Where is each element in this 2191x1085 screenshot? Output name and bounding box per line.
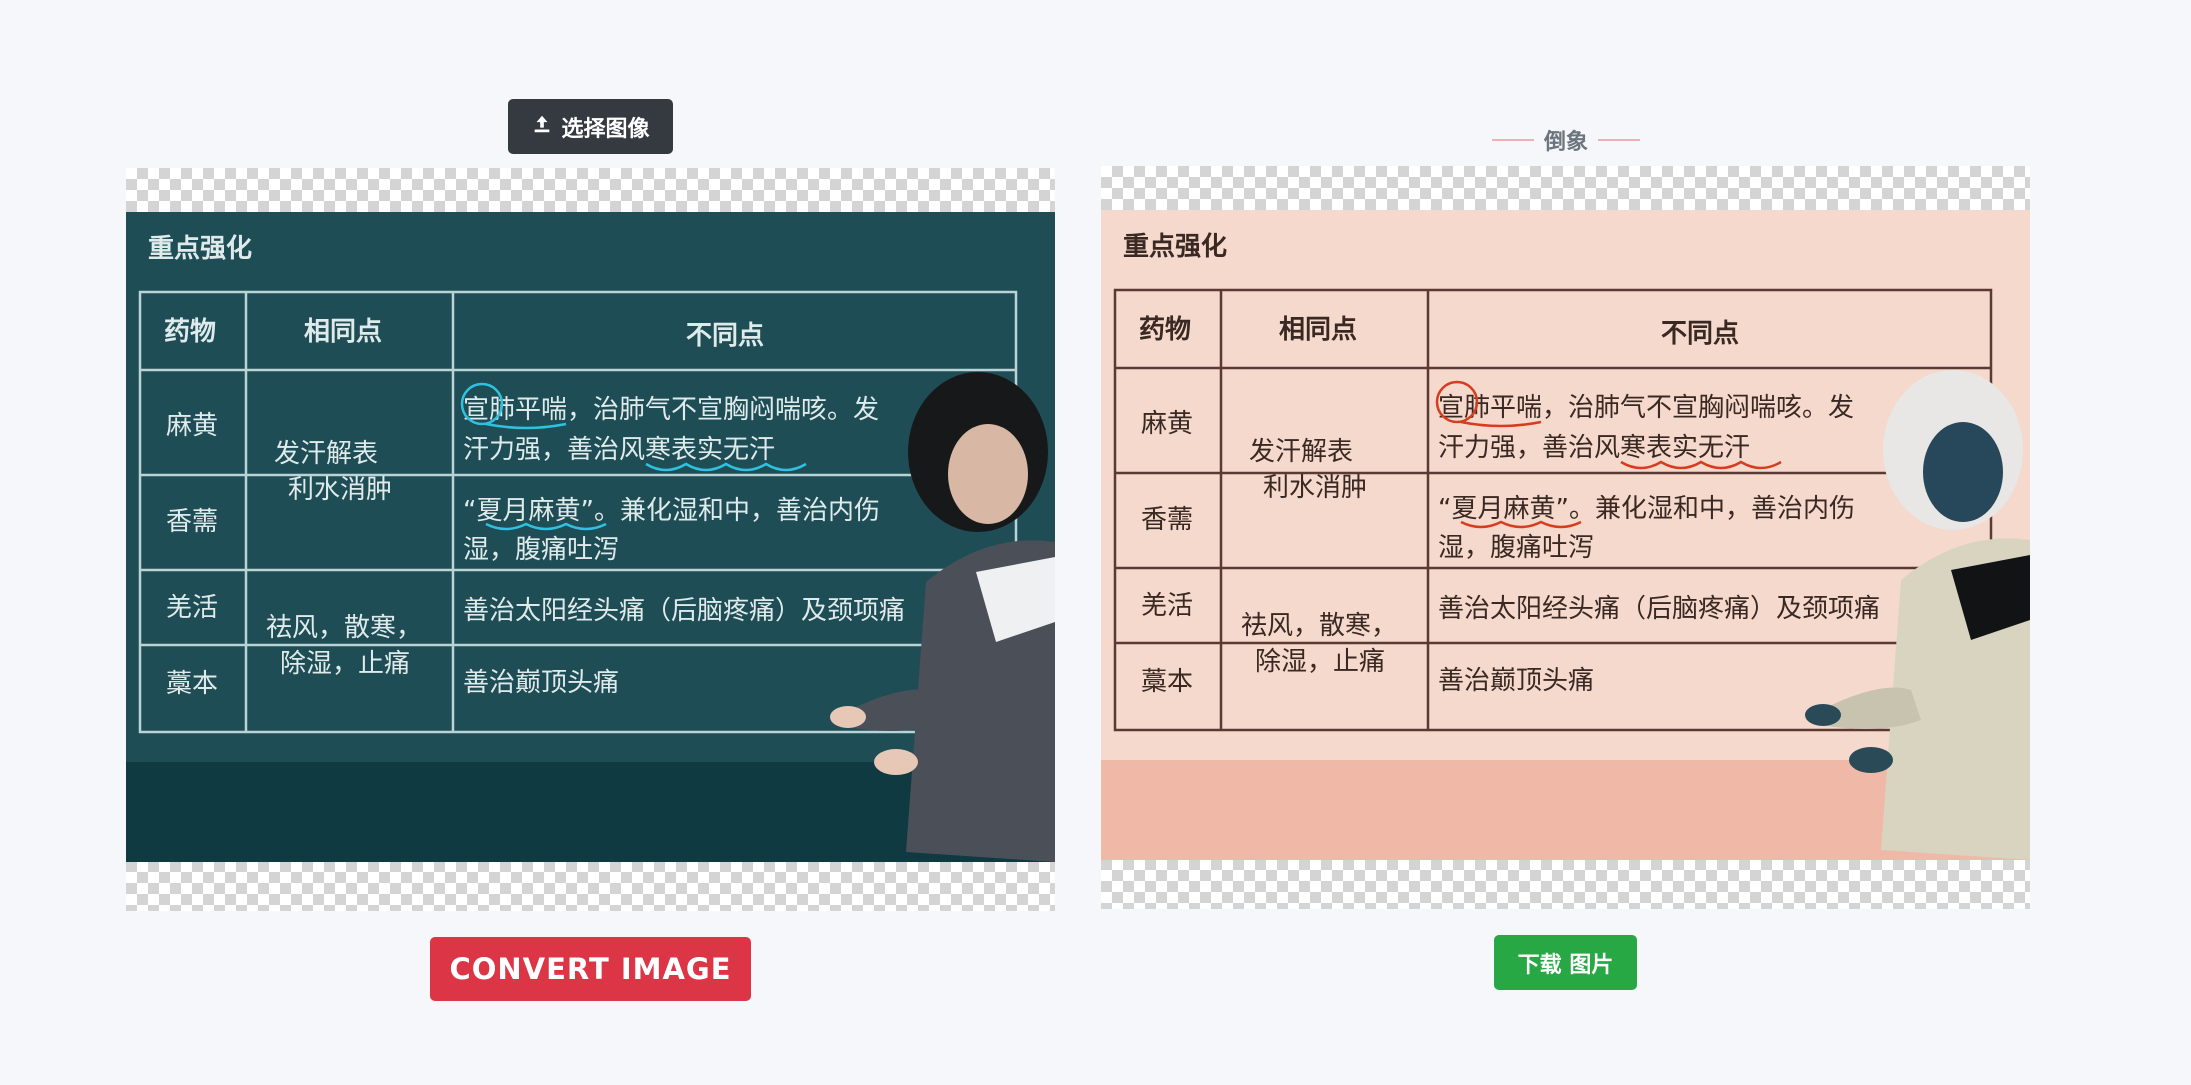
inverted-photo: 重点强化 药物 相同点 不同点 麻黄 香薷 羌活 藁本 发汗解表 利水消肿 祛风… <box>1101 210 2030 860</box>
inv-diff-line-4: 湿，腹痛吐泻 <box>1438 533 1594 563</box>
common-2-line1: 祛风，散寒， <box>266 613 422 643</box>
divider-left <box>1491 139 1534 141</box>
inv-header-diff: 不同点 <box>1661 318 1739 349</box>
inv-diff-line-1: 宣肺平喘，治肺气不宣胸闷喘咳。发 <box>1438 393 1854 423</box>
board-heading: 重点强化 <box>148 233 252 264</box>
inv-herb-3: 羌活 <box>1141 591 1193 621</box>
herb-3: 羌活 <box>166 593 218 623</box>
diff-line-3: “夏月麻黄”。兼化湿和中，善治内伤 <box>463 496 880 526</box>
herb-2: 香薷 <box>166 507 218 537</box>
inv-herb-2: 香薷 <box>1141 505 1193 535</box>
inv-board-heading: 重点强化 <box>1123 231 1227 262</box>
select-image-label: 选择图像 <box>561 116 650 142</box>
inv-diff-line-2: 汗力强，善治风寒表实无汗 <box>1438 433 1750 463</box>
convert-image-button[interactable]: CONVERT IMAGE <box>430 937 751 1001</box>
diff-line-5: 善治太阳经头痛（后脑疼痛）及颈项痛 <box>463 596 905 626</box>
result-label-text: 倒象 <box>1543 130 1588 155</box>
common-1-line1: 发汗解表 <box>274 439 378 469</box>
inv-common-2-line2: 除湿，止痛 <box>1255 647 1385 677</box>
header-common: 相同点 <box>304 316 382 347</box>
inv-header-common: 相同点 <box>1279 314 1357 345</box>
inv-herb-4: 藁本 <box>1141 667 1193 697</box>
common-2-line2: 除湿，止痛 <box>280 649 410 679</box>
divider-right <box>1598 139 1640 141</box>
diff-line-6: 善治巅顶头痛 <box>463 668 619 698</box>
inv-herb-1: 麻黄 <box>1141 409 1193 439</box>
inv-common-1-line2: 利水消肿 <box>1263 473 1367 503</box>
inv-diff-line-6: 善治巅顶头痛 <box>1438 666 1594 696</box>
common-1-line2: 利水消肿 <box>288 475 392 505</box>
herb-1: 麻黄 <box>166 411 218 441</box>
header-diff: 不同点 <box>686 320 764 351</box>
inv-common-2-line1: 祛风，散寒， <box>1241 611 1397 641</box>
inverted-image-canvas: 重点强化 药物 相同点 不同点 麻黄 香薷 羌活 藁本 发汗解表 利水消肿 祛风… <box>1101 166 2030 909</box>
diff-line-2: 汗力强，善治风寒表实无汗 <box>463 435 775 465</box>
upload-icon <box>531 113 553 141</box>
download-image-button[interactable]: 下载 图片 <box>1494 935 1637 990</box>
original-photo-svg: 重点强化 药物 相同点 不同点 麻黄 香薷 羌活 藁本 发汗解表 利水消肿 祛风… <box>126 212 1055 862</box>
inverted-photo-svg: 重点强化 药物 相同点 不同点 麻黄 香薷 羌活 藁本 发汗解表 利水消肿 祛风… <box>1101 210 2030 860</box>
result-label: 倒象 <box>1482 124 1650 156</box>
inv-header-herb: 药物 <box>1139 315 1191 345</box>
diff-line-4: 湿，腹痛吐泻 <box>463 535 619 565</box>
herb-4: 藁本 <box>166 669 218 699</box>
header-herb: 药物 <box>164 317 216 347</box>
inv-common-1-line1: 发汗解表 <box>1249 437 1353 467</box>
inv-diff-line-5: 善治太阳经头痛（后脑疼痛）及颈项痛 <box>1438 594 1880 624</box>
original-photo: 重点强化 药物 相同点 不同点 麻黄 香薷 羌活 藁本 发汗解表 利水消肿 祛风… <box>126 212 1055 862</box>
inv-diff-line-3: “夏月麻黄”。兼化湿和中，善治内伤 <box>1438 494 1855 524</box>
diff-line-1: 宣肺平喘，治肺气不宣胸闷喘咳。发 <box>463 395 879 425</box>
select-image-button[interactable]: 选择图像 <box>508 99 673 154</box>
original-image-canvas: 重点强化 药物 相同点 不同点 麻黄 香薷 羌活 藁本 发汗解表 利水消肿 祛风… <box>126 168 1055 911</box>
